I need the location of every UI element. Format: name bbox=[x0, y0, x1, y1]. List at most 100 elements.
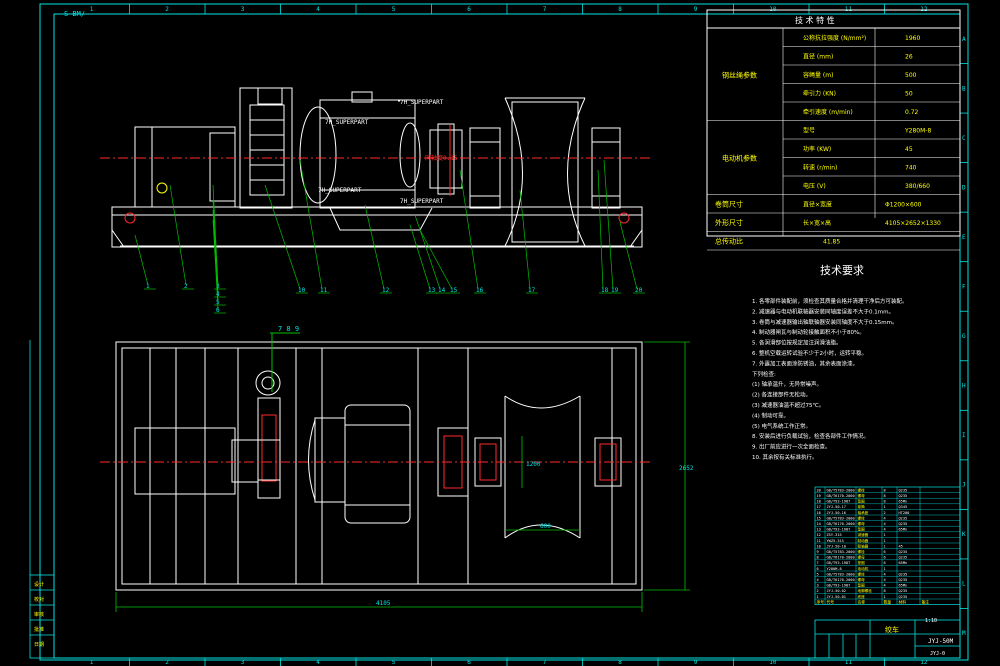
bom-header-cell: 备注 bbox=[922, 599, 930, 604]
bom-cell: Q235 bbox=[899, 572, 908, 576]
bom-cell: GB/T6170-2000 bbox=[827, 556, 855, 560]
tech-requirement-subitem: (2) 各连接部件无松动。 bbox=[752, 391, 811, 399]
title-scale: 1:10 bbox=[925, 618, 937, 624]
bom-cell: 制动器 bbox=[858, 538, 869, 543]
bom-cell: 螺栓 bbox=[858, 549, 866, 554]
tech-requirement-item: 1. 各零部件装配前，须检查其质量合格并清理干净后方可装配。 bbox=[752, 297, 908, 305]
bom-cell: GB/T6170-2000 bbox=[827, 522, 855, 526]
bom-cell: Q235 bbox=[899, 488, 908, 492]
dim-drum-length: 600 bbox=[540, 523, 551, 530]
spec-param-name: 牵引力 (KN) bbox=[803, 90, 836, 98]
bom-cell: 13 bbox=[817, 528, 821, 532]
superpart-label: 7H_SUPERPART bbox=[318, 187, 362, 194]
bom-cell: 6 bbox=[817, 567, 819, 571]
bom-cell: 螺母 bbox=[858, 577, 866, 582]
spec-title: 技 术 特 性 bbox=[795, 15, 835, 25]
row-letter: I bbox=[962, 432, 966, 439]
column-number: 11 bbox=[845, 659, 853, 666]
bom-cell: Q235 bbox=[899, 589, 908, 593]
spec-param-value: 26 bbox=[905, 54, 913, 61]
superpart-label: 7H_SUPERPART bbox=[400, 99, 444, 106]
bom-cell: 3 bbox=[817, 584, 819, 588]
tech-requirement-subitem: (4) 制动可靠。 bbox=[752, 411, 789, 419]
bom-cell: 螺栓 bbox=[858, 515, 866, 520]
part-balloon: 20 bbox=[635, 287, 643, 294]
leader-line bbox=[597, 169, 604, 290]
bom-cell: 螺栓 bbox=[858, 571, 866, 576]
spec-extra-value: Φ1200×600 bbox=[885, 202, 922, 209]
spec-param-value: 1960 bbox=[905, 35, 920, 42]
bom-cell: Q235 bbox=[899, 550, 908, 554]
superpart-label: 7H_SUPERPART bbox=[400, 198, 444, 205]
bom-cell: 1 bbox=[884, 595, 886, 599]
spec-param-name: 电压 (V) bbox=[803, 182, 826, 190]
spec-param-name: 直径 (mm) bbox=[803, 53, 833, 61]
row-markers: A B C D E F G H I J K L M bbox=[960, 36, 968, 637]
column-number: 6 bbox=[467, 659, 471, 666]
bom-cell: 14 bbox=[817, 522, 821, 526]
bom-cell: 8 bbox=[884, 589, 886, 593]
column-number: 4 bbox=[316, 6, 320, 13]
side-balloons: 1234561011121314151617181920 bbox=[134, 159, 645, 314]
tech-requirements-list: 1. 各零部件装配前，须检查其质量合格并清理干净后方可装配。 2. 减速器与电动机… bbox=[752, 297, 908, 461]
side-motor-terminal bbox=[156, 182, 168, 194]
leader-line bbox=[459, 169, 479, 290]
bom-cell: 9 bbox=[817, 550, 819, 554]
spec-extra-name: 直径×宽度 bbox=[803, 201, 832, 209]
bom-cell: 7 bbox=[817, 561, 819, 565]
spec-param-value: 500 bbox=[905, 72, 917, 79]
bom-cell: 卷筒 bbox=[858, 504, 866, 509]
column-number: 7 bbox=[543, 659, 547, 666]
bom-cell: GB/T6170-2000 bbox=[827, 494, 855, 498]
bom-cell: 8 bbox=[884, 500, 886, 504]
column-number: 4 bbox=[316, 659, 320, 666]
tech-requirement-item: 6. 整机空载运转试验不少于2小时，运转平稳。 bbox=[752, 349, 867, 357]
tech-requirement-item: 5. 各润滑部位按规定加注润滑油脂。 bbox=[752, 339, 842, 347]
top-brake bbox=[257, 397, 281, 499]
bom-cell: 联轴器 bbox=[858, 543, 869, 548]
tech-requirement-subtitle: 下列检查: bbox=[752, 370, 776, 378]
bom-cell: GB/T93-1987 bbox=[827, 528, 851, 532]
bom-cell: 4 bbox=[884, 584, 886, 588]
bom-cell: 8 bbox=[817, 556, 819, 560]
spec-param-name: 容绳量 (m) bbox=[803, 71, 833, 79]
title-sheet: JYJ-0 bbox=[930, 651, 945, 657]
bom-cell: 10 bbox=[817, 544, 821, 548]
spec-param-value: 0.72 bbox=[905, 109, 919, 116]
row-letter: D bbox=[962, 184, 966, 191]
bom-cell: 12 bbox=[817, 533, 821, 537]
column-number: 8 bbox=[618, 659, 622, 666]
bom-cell: JYJ-50-16 bbox=[827, 511, 846, 515]
row-letter: A bbox=[962, 36, 966, 43]
spec-param-value: 380/660 bbox=[905, 183, 930, 190]
spec-extra-value: 41.85 bbox=[823, 239, 840, 246]
spec-extra-label: 总传动比 bbox=[715, 237, 743, 246]
bom-cell: 轴承座 bbox=[858, 510, 869, 515]
tech-requirement-item: 8. 安装后进行负载试验，检查各部件工作情况。 bbox=[752, 432, 869, 440]
spec-param-name: 型号 bbox=[803, 127, 815, 135]
bom-cell: GB/T93-1987 bbox=[827, 584, 851, 588]
spec-extra-name: 长×宽×高 bbox=[803, 219, 831, 227]
spec-param-value: 50 bbox=[905, 91, 913, 98]
left-strip-labels: 设计校对审核批准日期 bbox=[34, 581, 44, 648]
bom-cell: 18 bbox=[817, 500, 821, 504]
dim-drum-dia: 1200 bbox=[526, 461, 541, 468]
bom-table: 20 GB/T5783-2000 螺栓 8 Q23519 GB/T6170-2000 螺母 8… bbox=[814, 486, 961, 605]
part-balloon: 2 bbox=[184, 283, 188, 290]
spec-param-value: Y280M-8 bbox=[904, 128, 931, 135]
left-strip-label: 审核 bbox=[34, 611, 44, 618]
left-signature-strip bbox=[29, 340, 55, 659]
side-superpart-labels: 7H_SUPERPART 7H_SUPERPART 7H_SUPERPART 7… bbox=[318, 99, 444, 205]
tech-requirement-subitem: (5) 电气系统工作正常。 bbox=[752, 422, 811, 430]
bom-cell: 15 bbox=[817, 516, 821, 520]
bom-cell: 1 bbox=[817, 595, 819, 599]
spec-extra-value: 4105×2652×1330 bbox=[885, 220, 941, 227]
bom-cell: 垫圈 bbox=[858, 560, 866, 565]
part-balloon: 1 bbox=[146, 283, 150, 290]
column-number: 3 bbox=[241, 6, 245, 13]
bom-header-cell: 序号 bbox=[817, 599, 825, 604]
row-letter: M bbox=[962, 630, 966, 637]
bom-cell: JYJ-50-02 bbox=[827, 589, 846, 593]
bom-cell: 螺母 bbox=[858, 555, 866, 560]
bom-cell: Q235 bbox=[899, 595, 908, 599]
